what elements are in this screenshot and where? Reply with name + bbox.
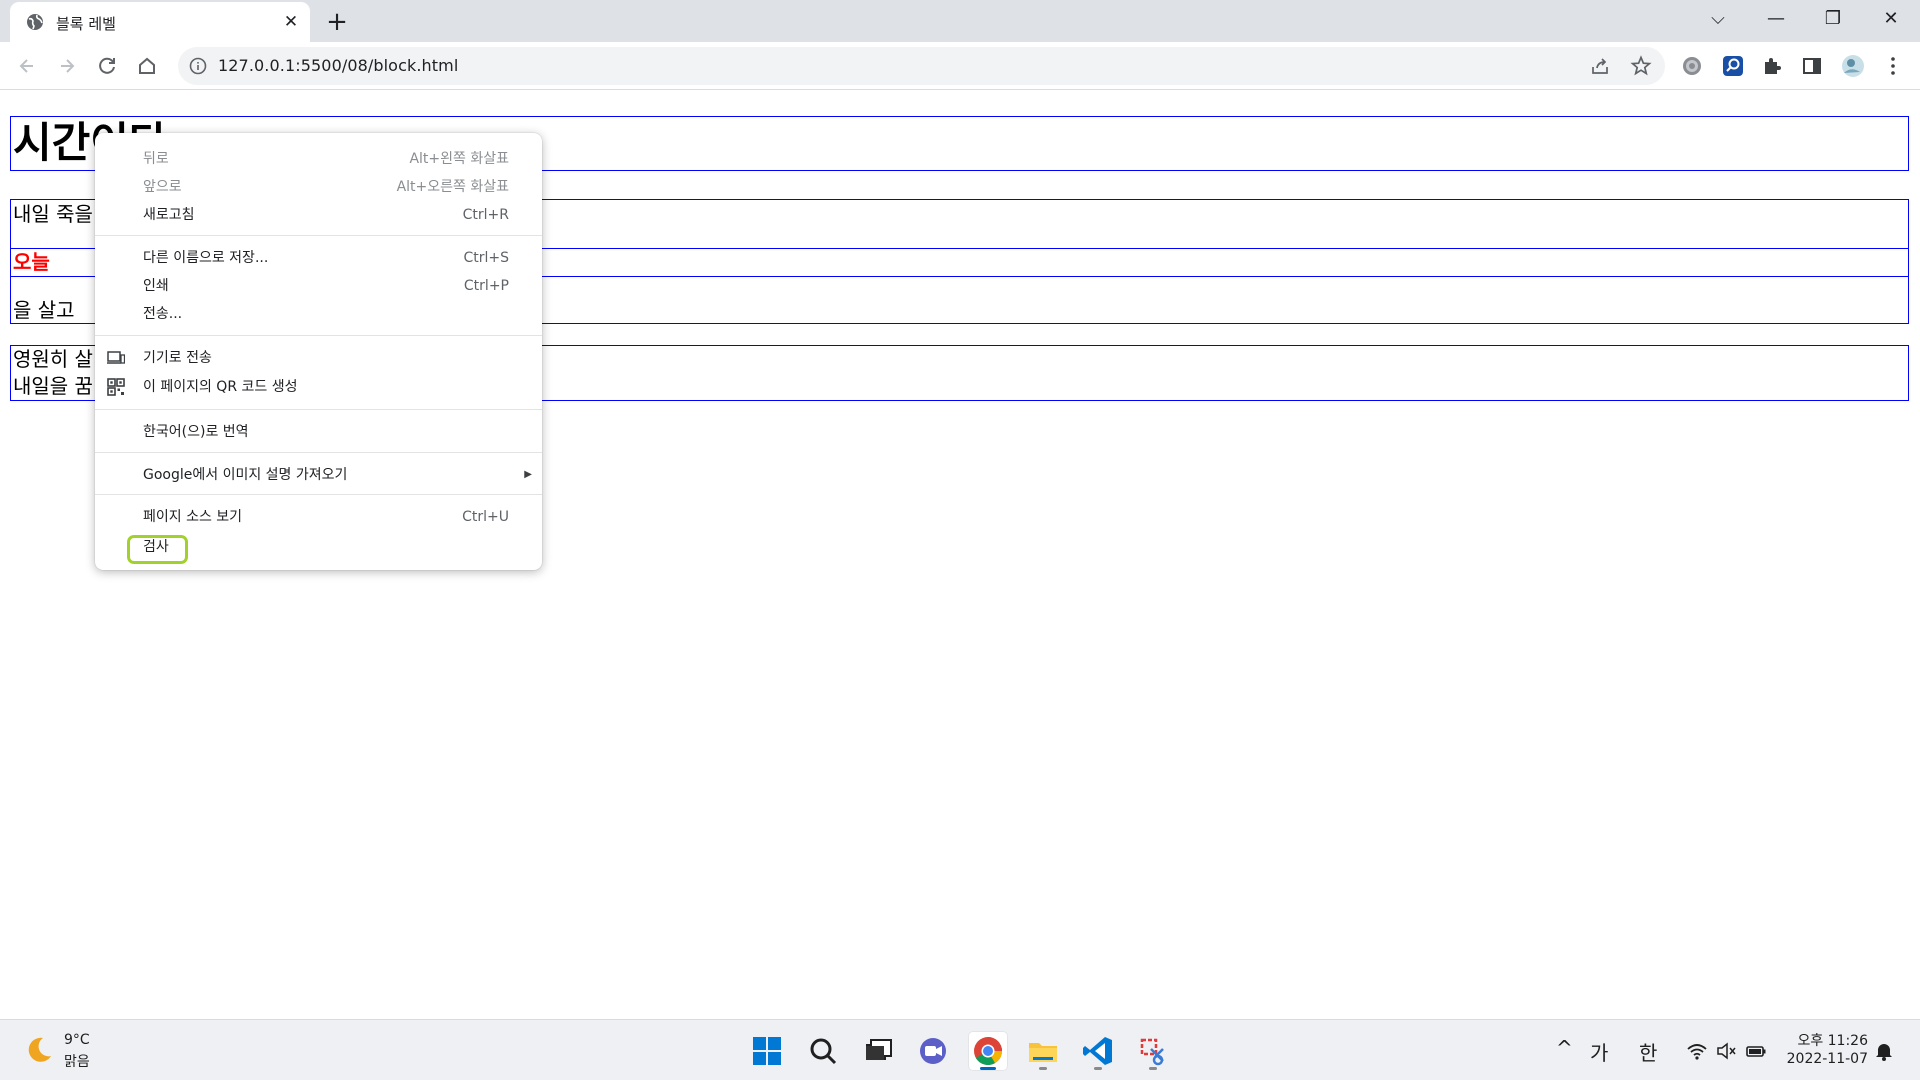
running-indicator (1039, 1067, 1047, 1070)
context-menu: 뒤로 Alt+왼쪽 화살표 앞으로 Alt+오른쪽 화살표 새로고침 Ctrl+… (95, 133, 542, 570)
file-explorer-icon[interactable] (1023, 1031, 1063, 1071)
url-text[interactable]: 127.0.0.1:5500/08/block.html (218, 56, 458, 75)
teams-chat-icon[interactable] (913, 1031, 953, 1071)
clock-time[interactable]: 오후 11:26 (1797, 1030, 1868, 1050)
menu-item-forward[interactable]: 앞으로 Alt+오른쪽 화살표 (95, 173, 542, 201)
submenu-arrow-icon: ▶ (524, 469, 532, 480)
battery-icon[interactable] (1745, 1040, 1767, 1062)
ime-mode-indicator[interactable]: 가 (1590, 1037, 1608, 1066)
running-indicator (980, 1067, 996, 1070)
input-language-indicator[interactable]: 한 (1639, 1037, 1657, 1066)
snipping-tool-icon[interactable] (1133, 1031, 1173, 1071)
menu-item-print[interactable]: 인쇄 Ctrl+P (95, 272, 542, 300)
profile-avatar[interactable] (1838, 51, 1868, 81)
menu-separator (95, 494, 542, 495)
taskbar-search-icon[interactable] (803, 1031, 843, 1071)
reload-button[interactable] (91, 50, 123, 82)
menu-item-translate[interactable]: 한국어(으)로 번역 (95, 418, 542, 446)
para1-line1: 내일 죽을 (13, 202, 93, 226)
qr-code-icon (107, 378, 125, 396)
menu-item-back[interactable]: 뒤로 Alt+왼쪽 화살표 (95, 145, 542, 173)
menu-separator (95, 235, 542, 236)
para1-line3: 을 살고 (13, 298, 75, 322)
address-bar[interactable]: 127.0.0.1:5500/08/block.html (178, 47, 1665, 85)
restore-button[interactable]: ❐ (1810, 4, 1856, 34)
menu-item-send-to-devices[interactable]: 기기로 전송 (95, 344, 542, 372)
site-info-icon[interactable] (189, 57, 207, 75)
task-view-icon[interactable] (858, 1031, 898, 1071)
notification-bell-icon[interactable] (1873, 1040, 1895, 1062)
browser-toolbar: 127.0.0.1:5500/08/block.html (0, 42, 1920, 90)
start-button[interactable] (747, 1031, 787, 1071)
extension-search-icon[interactable] (1718, 51, 1748, 81)
moon-weather-icon[interactable] (23, 1034, 55, 1066)
menu-item-reload[interactable]: 새로고침 Ctrl+R (95, 201, 542, 229)
share-icon[interactable] (1589, 55, 1611, 77)
forward-button[interactable] (51, 50, 83, 82)
new-tab-button[interactable]: + (320, 6, 354, 40)
menu-separator (95, 409, 542, 410)
vscode-icon[interactable] (1078, 1031, 1118, 1071)
tray-overflow-chevron[interactable]: ^ (1556, 1036, 1573, 1060)
menu-item-qr-code[interactable]: 이 페이지의 QR 코드 생성 (95, 373, 542, 401)
taskbar: 9°C 맑음 ^ 가 한 오후 11:26 2022-11-07 (0, 1019, 1920, 1080)
speaker-muted-icon[interactable] (1715, 1040, 1737, 1062)
browser-tab[interactable]: 블록 레벨 ✕ (10, 2, 310, 42)
tab-strip: 블록 레벨 ✕ + ⌵ — ❐ ✕ (0, 0, 1920, 42)
menu-item-cast[interactable]: 전송... (95, 300, 542, 328)
chrome-menu-icon[interactable] (1878, 51, 1908, 81)
weather-condition[interactable]: 맑음 (64, 1051, 90, 1071)
menu-separator (95, 452, 542, 453)
running-indicator (1094, 1067, 1102, 1070)
tab-search-icon[interactable]: ⌵ (1695, 4, 1741, 34)
extensions-puzzle-icon[interactable] (1757, 51, 1787, 81)
side-panel-icon[interactable] (1797, 51, 1827, 81)
menu-separator (95, 335, 542, 336)
weather-temperature[interactable]: 9°C (64, 1032, 90, 1048)
tab-title: 블록 레벨 (56, 15, 116, 33)
devices-icon (107, 349, 126, 367)
running-indicator (1149, 1067, 1157, 1070)
extension-gear-icon[interactable] (1677, 51, 1707, 81)
minimize-button[interactable]: — (1753, 4, 1799, 34)
menu-item-save-as[interactable]: 다른 이름으로 저장... Ctrl+S (95, 244, 542, 272)
home-button[interactable] (131, 50, 163, 82)
wifi-icon[interactable] (1686, 1040, 1708, 1062)
menu-item-view-source[interactable]: 페이지 소스 보기 Ctrl+U (95, 503, 542, 531)
bookmark-star-icon[interactable] (1630, 55, 1652, 77)
chrome-taskbar-icon[interactable] (968, 1031, 1008, 1071)
close-window-button[interactable]: ✕ (1868, 4, 1914, 34)
menu-item-image-descriptions[interactable]: Google에서 이미지 설명 가져오기 ▶ (95, 461, 542, 489)
tab-close-icon[interactable]: ✕ (280, 11, 302, 33)
inspect-highlight-ring (127, 535, 188, 564)
back-button[interactable] (11, 50, 43, 82)
globe-icon (26, 13, 44, 31)
clock-date[interactable]: 2022-11-07 (1787, 1051, 1868, 1067)
